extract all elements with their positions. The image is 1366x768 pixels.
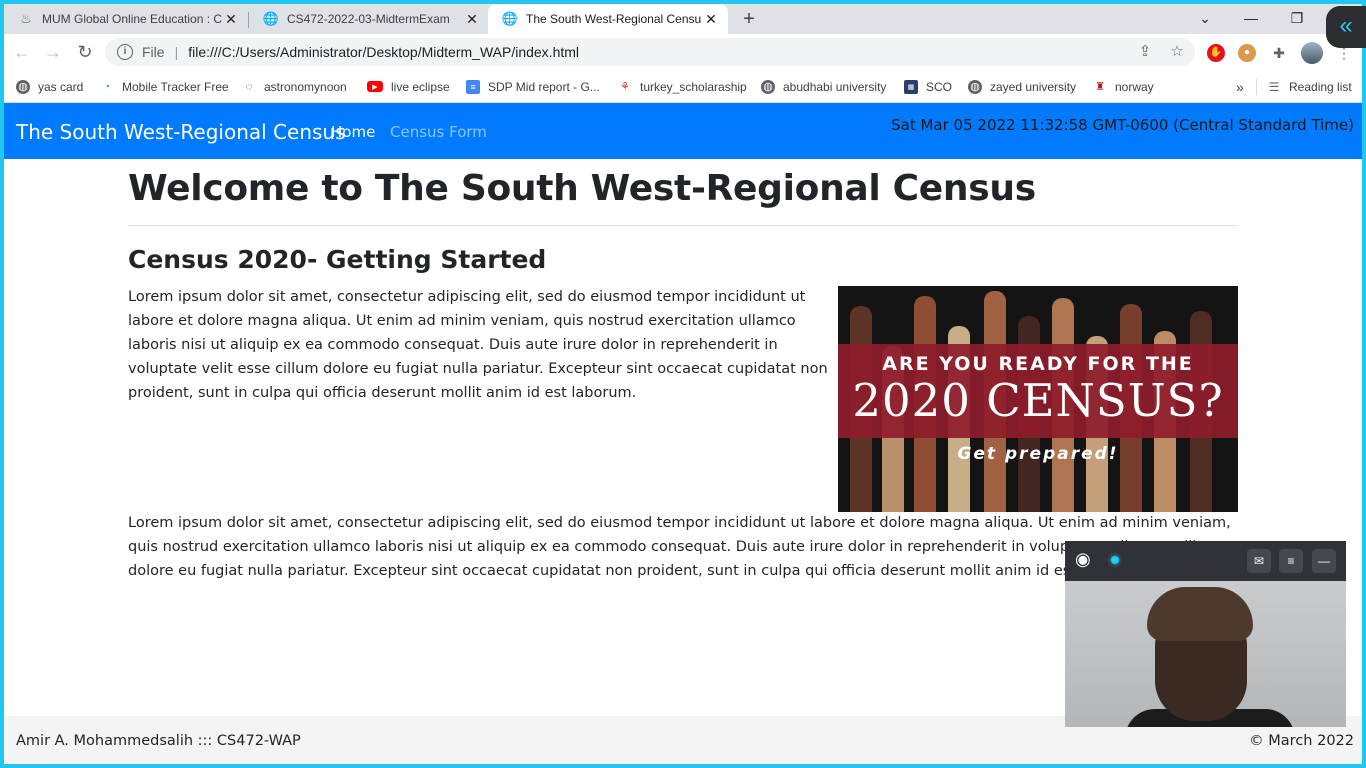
norway-icon: ♜ <box>1095 81 1105 93</box>
nav-census-form-link[interactable]: Census Form <box>390 123 487 141</box>
loading-icon: ◌ <box>245 80 253 93</box>
section-heading: Census 2020- Getting Started <box>128 245 547 274</box>
adblock-icon[interactable]: ✋ <box>1207 44 1225 62</box>
maximize-button[interactable]: ❐ <box>1274 4 1320 34</box>
intro-paragraph: Lorem ipsum dolor sit amet, consectetur … <box>128 289 828 401</box>
divider <box>128 225 1238 226</box>
globe-icon: ◍ <box>16 79 30 94</box>
cookie-icon[interactable]: ● <box>1238 44 1256 62</box>
docs-icon: ≡ <box>466 79 480 94</box>
divider <box>1256 79 1257 95</box>
site-navbar: The South West-Regional Census Home Cens… <box>4 103 1362 159</box>
toolbar: ← → ↻ i File | file:///C:/Users/Administ… <box>4 34 1362 70</box>
census-banner-image: ARE YOU READY FOR THE 2020 CENSUS? Get p… <box>838 286 1238 512</box>
webcam-video <box>1065 581 1346 727</box>
eye-icon[interactable]: ◉ <box>1075 550 1099 568</box>
chat-icon[interactable]: ✉ <box>1247 549 1271 573</box>
site-brand[interactable]: The South West-Regional Census <box>16 120 346 144</box>
tab-strip: ♨ MUM Global Online Education : C ✕ 🌐 CS… <box>4 4 1362 34</box>
reading-list-label: Reading list <box>1289 79 1352 94</box>
bookmark-item[interactable]: ◌ astronomynoon <box>242 70 347 103</box>
footer-copyright: © March 2022 <box>1249 733 1354 749</box>
tab-census[interactable]: 🌐 The South West-Regional Census ✕ <box>488 4 728 34</box>
close-icon[interactable]: ✕ <box>702 11 720 28</box>
globe-icon: 🌐 <box>262 11 280 26</box>
more-bookmarks-button[interactable]: » <box>1236 70 1244 103</box>
bookmark-label: zayed university <box>990 79 1077 94</box>
bookmark-item[interactable]: ⚘ turkey_scholaraship <box>618 70 747 103</box>
page-title: Welcome to The South West-Regional Censu… <box>128 168 1036 209</box>
bookmark-label: abudhabi university <box>783 79 887 94</box>
tracker-icon: ◔ <box>103 80 111 93</box>
close-icon[interactable]: ✕ <box>222 11 240 28</box>
share-icon[interactable]: ⇪ <box>1135 42 1155 62</box>
minimize-icon[interactable]: — <box>1312 549 1336 573</box>
bookmark-label: astronomynoon <box>264 79 347 94</box>
moodle-icon: ♨ <box>20 11 32 26</box>
bookmark-item[interactable]: ◍ yas card <box>16 70 83 103</box>
address-bar[interactable]: i File | file:///C:/Users/Administrator/… <box>105 38 1195 66</box>
sco-icon: ▦ <box>904 79 918 94</box>
forward-button[interactable]: → <box>41 40 65 64</box>
tulip-icon: ⚘ <box>620 81 630 93</box>
tab-title: MUM Global Online Education : C <box>42 12 222 26</box>
new-tab-button[interactable]: + <box>737 7 761 31</box>
banner-headline: ARE YOU READY FOR THE <box>882 353 1194 375</box>
collapse-chevron-icon[interactable]: « <box>1326 6 1366 48</box>
bookmark-item[interactable]: ≡ SDP Mid report - G... <box>466 70 600 103</box>
bookmark-label: SDP Mid report - G... <box>488 79 600 94</box>
reading-list-button[interactable]: ☰ Reading list <box>1267 70 1352 103</box>
youtube-icon: ▶ <box>367 81 383 92</box>
bookmark-label: live eclipse <box>391 79 450 94</box>
menu-icon[interactable]: ≡ <box>1279 549 1303 573</box>
globe-icon: ◍ <box>968 79 982 94</box>
bookmark-label: norway <box>1115 79 1154 94</box>
back-button[interactable]: ← <box>10 40 34 64</box>
browser-window: ♨ MUM Global Online Education : C ✕ 🌐 CS… <box>4 4 1362 764</box>
info-icon[interactable]: i <box>117 44 133 60</box>
reload-button[interactable]: ↻ <box>73 40 97 64</box>
minimize-button[interactable]: — <box>1228 4 1274 34</box>
url-text[interactable]: file:///C:/Users/Administrator/Desktop/M… <box>188 44 579 60</box>
banner-tagline: Get prepared! <box>957 444 1119 464</box>
nav-home-link[interactable]: Home <box>331 123 375 141</box>
webcam-toolbar: ◉ ✉ ≡ — <box>1065 541 1346 581</box>
avatar[interactable] <box>1301 42 1323 64</box>
clock-text: Sat Mar 05 2022 11:32:58 GMT-0600 (Centr… <box>891 116 1354 134</box>
bookmark-item[interactable]: ◔ Mobile Tracker Free <box>100 70 229 103</box>
recording-indicator <box>1111 556 1119 564</box>
reading-list-icon: ☰ <box>1268 79 1280 94</box>
puzzle-icon[interactable]: ✚ <box>1270 44 1288 62</box>
bookmarks-bar: ◍ yas card ◔ Mobile Tracker Free ◌ astro… <box>4 70 1362 103</box>
divider: | <box>174 44 179 60</box>
close-icon[interactable]: ✕ <box>463 11 481 28</box>
banner-title: 2020 CENSUS? <box>852 374 1224 427</box>
star-icon[interactable]: ☆ <box>1167 42 1187 62</box>
globe-icon: 🌐 <box>501 11 519 26</box>
bookmark-item[interactable]: ◍ abudhabi university <box>761 70 886 103</box>
tab-mum[interactable]: ♨ MUM Global Online Education : C ✕ <box>4 4 248 34</box>
bookmark-item[interactable]: ▶ live eclipse <box>367 70 450 103</box>
url-scheme: File <box>142 44 165 60</box>
globe-icon: ◍ <box>761 79 775 94</box>
person-hair <box>1147 587 1253 641</box>
footer-author: Amir A. Mohammedsalih ::: CS472-WAP <box>16 733 301 749</box>
bookmark-label: turkey_scholaraship <box>640 79 747 94</box>
tab-title: The South West-Regional Census <box>526 12 702 26</box>
bookmark-item[interactable]: ♜ norway <box>1093 70 1154 103</box>
bookmark-label: SCO <box>926 79 953 94</box>
bookmark-item[interactable]: ▦ SCO <box>904 70 952 103</box>
bookmark-label: yas card <box>38 79 84 94</box>
bookmark-item[interactable]: ◍ zayed university <box>968 70 1076 103</box>
main-content: Welcome to The South West-Regional Censu… <box>128 159 1238 579</box>
tab-search-button[interactable]: ⌄ <box>1182 4 1228 34</box>
tab-midterm[interactable]: 🌐 CS472-2022-03-MidtermExam ✕ <box>249 4 489 34</box>
tab-title: CS472-2022-03-MidtermExam <box>287 12 450 26</box>
bookmark-label: Mobile Tracker Free <box>122 79 229 94</box>
webcam-widget[interactable]: ◉ ✉ ≡ — <box>1065 541 1346 727</box>
